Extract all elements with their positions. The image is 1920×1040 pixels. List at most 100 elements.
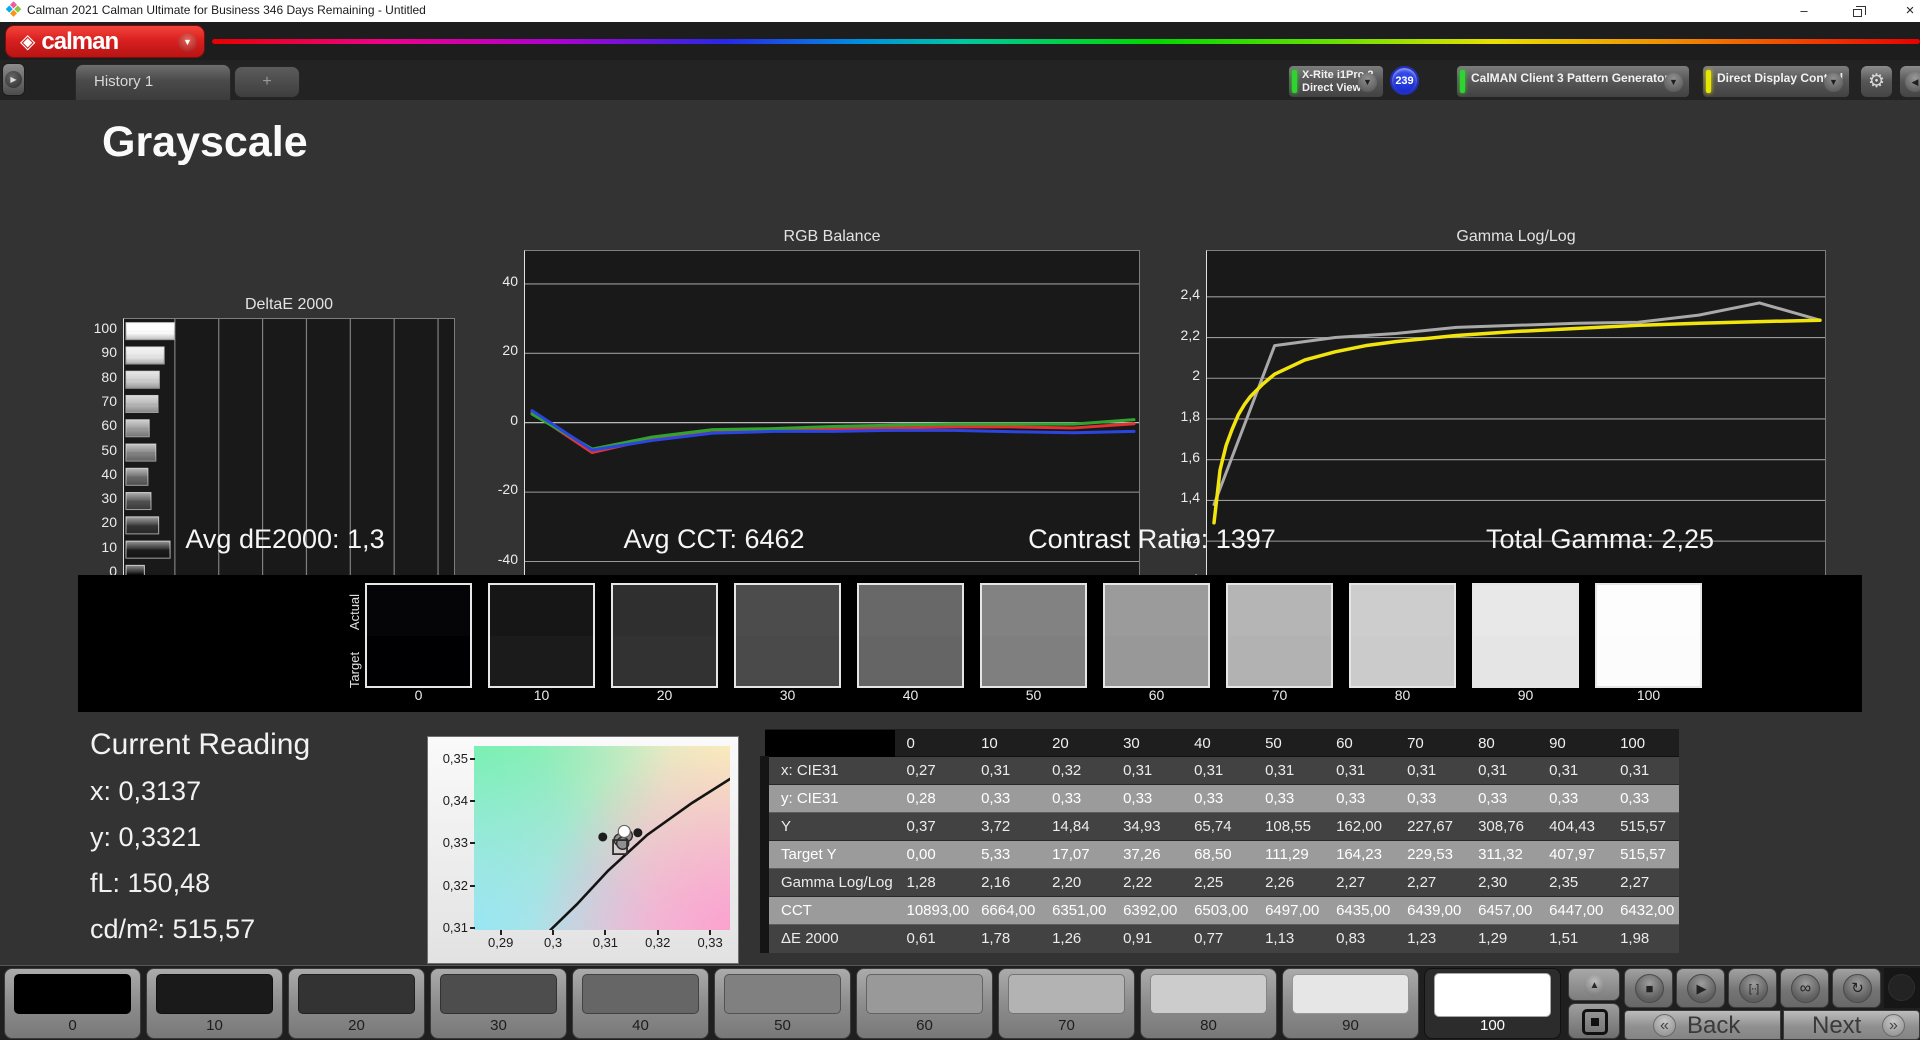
table-corner-cell (764, 729, 895, 757)
swatch-level-label: 30 (779, 687, 796, 703)
meter-dropdown[interactable]: X-Rite i1Pro 2 Direct View ▼ (1288, 65, 1384, 98)
settings-button[interactable]: ⚙ (1860, 65, 1893, 98)
pattern-level-label: 70 (1058, 1017, 1075, 1034)
cie-tick-mark (604, 930, 607, 935)
next-button[interactable]: Next » (1783, 1010, 1920, 1040)
target-swatch-half (982, 635, 1085, 686)
pattern-button-20[interactable]: 20 (288, 968, 425, 1039)
minimize-button[interactable]: – (1790, 0, 1818, 22)
stop-button[interactable]: ■ (1624, 968, 1673, 1008)
calman-menu-button[interactable]: ◈ calman ▼ (5, 25, 205, 58)
display-control-dropdown[interactable]: Direct Display Control ▼ (1702, 65, 1850, 98)
refresh-button[interactable]: ↻ (1832, 968, 1881, 1008)
cie-axis-tick-label: 0,3 (544, 935, 563, 950)
step-button[interactable]: [··] (1728, 968, 1777, 1008)
grayscale-swatch-20 (611, 583, 718, 688)
table-cell: 0,37 (894, 812, 970, 841)
pattern-button-60[interactable]: 60 (856, 968, 993, 1039)
pattern-button-70[interactable]: 70 (998, 968, 1135, 1039)
grayscale-swatch-90 (1472, 583, 1579, 688)
restore-button[interactable] (1843, 0, 1871, 22)
table-cell: 0,33 (1608, 784, 1680, 813)
column-header-30: 30 (1111, 729, 1183, 757)
column-header-60: 60 (1324, 729, 1396, 757)
pattern-generator-dropdown[interactable]: CalMAN Client 3 Pattern Generator ▼ (1456, 65, 1690, 98)
gamma-chart: Gamma Log/Log 2,42,221,81,61,41,21010203… (1158, 228, 1848, 628)
pattern-window-up-button[interactable]: ▲ (1568, 968, 1620, 1001)
deltae-bar-sheen (126, 371, 160, 389)
pattern-button-30[interactable]: 30 (430, 968, 567, 1039)
pattern-level-label: 80 (1200, 1017, 1217, 1034)
table-cell: 0,28 (894, 784, 970, 813)
target-swatch-half (1228, 635, 1331, 686)
back-button[interactable]: « Back (1624, 1010, 1781, 1040)
swatch-level-label: 100 (1636, 687, 1661, 703)
add-tab-button[interactable]: + (234, 66, 300, 98)
table-row-label: ΔE 2000 (760, 924, 895, 953)
table-cell: 17,07 (1040, 840, 1112, 869)
grayscale-swatch-50 (980, 583, 1087, 688)
table-row: Target Y 0,00 5,33 17,07 37,26 68,50 111,29 164… (760, 840, 1680, 869)
column-header-50: 50 (1253, 729, 1325, 757)
tab-history-1[interactable]: History 1 (75, 64, 231, 100)
table-cell: 108,55 (1253, 812, 1325, 841)
pattern-button-10[interactable]: 10 (146, 968, 283, 1039)
side-panel-collapse-button[interactable]: ◀ (1899, 65, 1920, 98)
pattern-button-90[interactable]: 90 (1282, 968, 1419, 1039)
gamma-chart-title: Gamma Log/Log (1456, 228, 1576, 245)
table-cell: 6432,00 (1608, 896, 1680, 925)
current-reading-panel: Current Reading x: 0,3137 y: 0,3321 fL: … (90, 728, 310, 960)
cie-tick-mark (709, 930, 712, 935)
pattern-button-80[interactable]: 80 (1140, 968, 1277, 1039)
pattern-window-mode-button[interactable] (1568, 1003, 1620, 1039)
grayscale-swatch-30 (734, 583, 841, 688)
table-cell: 0,31 (1324, 756, 1396, 785)
step-icon: [··] (1739, 974, 1768, 1003)
window-frame-icon (1582, 1009, 1608, 1035)
close-button[interactable]: × (1896, 0, 1920, 22)
table-row: x: CIE31 0,27 0,31 0,32 0,31 0,31 0,31 0,31 0,31… (760, 756, 1680, 785)
cie-axis-tick-label: 0,29 (488, 935, 514, 950)
table-cell: 0,33 (1111, 784, 1183, 813)
bottom-pattern-bar: 0 10 20 30 40 50 60 70 80 90 100 ▲ ■ ▶ [··] ∞ ↻ « … (0, 965, 1920, 1040)
table-cell: 37,26 (1111, 840, 1183, 869)
reading-x: x: 0,3137 (90, 776, 202, 806)
pattern-button-40[interactable]: 40 (572, 968, 709, 1039)
swatch-level-label: 20 (656, 687, 673, 703)
play-button[interactable]: ▶ (1676, 968, 1725, 1008)
table-cell: 0,33 (1253, 784, 1325, 813)
table-row: CCT 10893,00 6664,00 6351,00 6392,00 6503,00 6… (760, 896, 1680, 925)
grayscale-swatch-40 (857, 583, 964, 688)
column-header-20: 20 (1040, 729, 1112, 757)
chevron-double-left-icon: « (1653, 1014, 1676, 1037)
actual-swatch-half (1597, 585, 1700, 636)
table-row-label: CCT (760, 896, 895, 925)
table-cell: 308,76 (1466, 812, 1538, 841)
grayscale-data-table: 0 10 20 30 40 50 60 70 80 90 100 x: CIE31 0,27 0,31 0,… (760, 729, 1680, 953)
loop-button[interactable]: ∞ (1780, 968, 1829, 1008)
axis-tick-label: 20 (101, 514, 117, 531)
meter-count-badge[interactable]: 239 (1390, 66, 1419, 95)
cie-tick-mark (470, 926, 475, 929)
table-cell: 1,51 (1537, 924, 1609, 953)
tab-scroll-button[interactable]: ▶ (2, 63, 25, 96)
table-cell: 0,31 (1537, 756, 1609, 785)
deltae-bar-sheen (126, 419, 150, 437)
window-title: Calman 2021 Calman Ultimate for Business… (27, 3, 426, 17)
cie-plot-area (474, 746, 730, 930)
current-reading-heading: Current Reading (90, 728, 311, 761)
column-header-100: 100 (1608, 729, 1680, 757)
pattern-window-controls: ▲ (1568, 968, 1620, 1039)
play-icon: ▶ (1687, 974, 1716, 1003)
rgb-balance-chart: RGB Balance 40200-20-4001020304050607080… (476, 228, 1166, 628)
pattern-button-100[interactable]: 100 (1424, 968, 1561, 1039)
table-cell: 3,72 (969, 812, 1041, 841)
table-row: Gamma Log/Log 1,28 2,16 2,20 2,22 2,25 2,26 2,2… (760, 868, 1680, 897)
pattern-button-0[interactable]: 0 (4, 968, 141, 1039)
window-square-icon (1591, 1018, 1599, 1026)
column-header-80: 80 (1466, 729, 1538, 757)
table-cell: 1,26 (1040, 924, 1112, 953)
swatch-level-label: 60 (1148, 687, 1165, 703)
table-cell: 6503,00 (1182, 896, 1254, 925)
pattern-button-50[interactable]: 50 (714, 968, 851, 1039)
